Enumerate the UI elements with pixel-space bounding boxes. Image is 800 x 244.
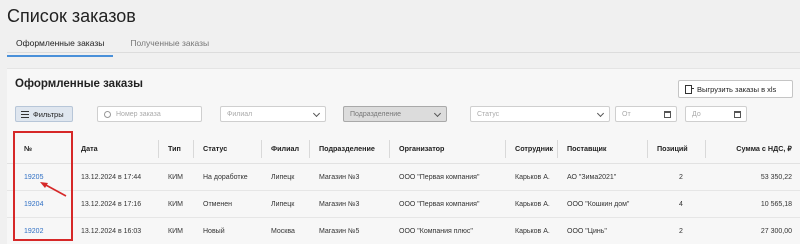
order-branch: Липецк bbox=[271, 200, 295, 208]
branch-placeholder: Филиал bbox=[227, 110, 253, 118]
order-supplier: ООО "Кошкин дом" bbox=[567, 200, 630, 208]
order-status: На доработке bbox=[203, 173, 248, 181]
col-positions[interactable]: Позиций bbox=[657, 134, 688, 163]
order-organizer: ООО "Первая компания" bbox=[399, 200, 480, 208]
order-number-link[interactable]: 19202 bbox=[24, 218, 43, 244]
column-divider bbox=[261, 140, 262, 158]
search-icon bbox=[104, 110, 111, 118]
table-row[interactable]: 19204 13.12.2024 в 17:16 КИМ Отменен Лип… bbox=[7, 191, 800, 218]
export-button-label: Выгрузить заказы в xls bbox=[697, 84, 777, 94]
division-placeholder: Подразделение bbox=[350, 110, 402, 118]
col-supplier[interactable]: Поставщик bbox=[567, 134, 606, 163]
tabs: Оформленные заказы Полученные заказы bbox=[7, 33, 226, 57]
tab-placed-orders[interactable]: Оформленные заказы bbox=[7, 33, 114, 57]
order-type: КИМ bbox=[168, 200, 183, 208]
order-branch: Липецк bbox=[271, 173, 295, 181]
order-branch: Москва bbox=[271, 227, 295, 235]
status-placeholder: Статус bbox=[477, 110, 500, 118]
page-title: Список заказов bbox=[7, 6, 136, 26]
order-employee: Карьков А. bbox=[515, 200, 550, 208]
col-date[interactable]: Дата bbox=[81, 134, 98, 163]
order-total: 27 300,00 bbox=[760, 227, 792, 235]
order-division: Магазин №3 bbox=[319, 173, 360, 181]
order-total: 53 350,22 bbox=[760, 173, 792, 181]
column-divider bbox=[505, 140, 506, 158]
section-title: Оформленные заказы bbox=[15, 78, 143, 90]
chevron-down-icon bbox=[433, 109, 442, 118]
chevron-down-icon bbox=[596, 109, 605, 118]
status-select[interactable]: Статус bbox=[470, 106, 610, 122]
date-from-input[interactable]: От bbox=[615, 106, 677, 122]
col-type[interactable]: Тип bbox=[168, 134, 181, 163]
chevron-down-icon bbox=[312, 109, 321, 118]
table-header: № Дата Тип Статус Филиал Подразделение О… bbox=[7, 134, 800, 164]
column-divider bbox=[309, 140, 310, 158]
tab-received-orders[interactable]: Полученные заказы bbox=[121, 33, 218, 57]
branch-select[interactable]: Филиал bbox=[220, 106, 326, 122]
order-employee: Карьков А. bbox=[515, 173, 550, 181]
order-number-link[interactable]: 19205 bbox=[24, 164, 43, 190]
calendar-icon[interactable] bbox=[734, 111, 741, 118]
division-select[interactable]: Подразделение bbox=[343, 106, 447, 122]
col-status[interactable]: Статус bbox=[203, 134, 227, 163]
order-positions: 2 bbox=[679, 227, 683, 235]
order-number-link[interactable]: 19204 bbox=[24, 191, 43, 217]
column-divider bbox=[193, 140, 194, 158]
order-number-placeholder: Номер заказа bbox=[116, 110, 161, 118]
order-organizer: ООО "Первая компания" bbox=[399, 173, 480, 181]
order-date: 13.12.2024 в 16:03 bbox=[81, 227, 142, 235]
table-row[interactable]: 19205 13.12.2024 в 17:44 КИМ На доработк… bbox=[7, 164, 800, 191]
date-to-placeholder: До bbox=[692, 110, 701, 118]
order-type: КИМ bbox=[168, 173, 183, 181]
order-status: Отменен bbox=[203, 200, 232, 208]
order-number-input[interactable]: Номер заказа bbox=[97, 106, 202, 122]
order-date: 13.12.2024 в 17:44 bbox=[81, 173, 142, 181]
order-status: Новый bbox=[203, 227, 225, 235]
order-date: 13.12.2024 в 17:16 bbox=[81, 200, 142, 208]
order-positions: 2 bbox=[679, 173, 683, 181]
col-employee[interactable]: Сотрудник bbox=[515, 134, 553, 163]
col-number[interactable]: № bbox=[24, 134, 32, 163]
orders-card: Оформленные заказы Выгрузить заказы в xl… bbox=[7, 68, 800, 244]
order-supplier: АО "Зима2021" bbox=[567, 173, 617, 181]
order-positions: 4 bbox=[679, 200, 683, 208]
order-division: Магазин №3 bbox=[319, 200, 360, 208]
column-divider bbox=[158, 140, 159, 158]
order-total: 10 565,18 bbox=[760, 200, 792, 208]
column-divider bbox=[389, 140, 390, 158]
column-divider bbox=[71, 140, 72, 158]
order-division: Магазин №5 bbox=[319, 227, 360, 235]
export-xls-button[interactable]: Выгрузить заказы в xls bbox=[678, 80, 793, 98]
date-from-placeholder: От bbox=[622, 110, 631, 118]
sliders-icon bbox=[21, 110, 29, 118]
col-organizer[interactable]: Организатор bbox=[399, 134, 444, 163]
col-division[interactable]: Подразделение bbox=[319, 134, 375, 163]
tabs-divider bbox=[7, 52, 800, 53]
column-divider bbox=[705, 140, 706, 158]
order-organizer: ООО "Компания плюс" bbox=[399, 227, 473, 235]
col-branch[interactable]: Филиал bbox=[271, 134, 299, 163]
filters-button[interactable]: Фильтры bbox=[15, 106, 73, 122]
order-supplier: ООО "Цинь" bbox=[567, 227, 607, 235]
filters-button-label: Фильтры bbox=[33, 109, 64, 119]
document-export-icon bbox=[685, 84, 694, 94]
order-type: КИМ bbox=[168, 227, 183, 235]
date-to-input[interactable]: До bbox=[685, 106, 747, 122]
column-divider bbox=[647, 140, 648, 158]
table-row[interactable]: 19202 13.12.2024 в 16:03 КИМ Новый Москв… bbox=[7, 218, 800, 244]
column-divider bbox=[557, 140, 558, 158]
col-total[interactable]: Сумма с НДС, ₽ bbox=[715, 134, 792, 163]
calendar-icon[interactable] bbox=[664, 111, 671, 118]
order-employee: Карьков А. bbox=[515, 227, 550, 235]
orders-table: № Дата Тип Статус Филиал Подразделение О… bbox=[7, 134, 800, 244]
